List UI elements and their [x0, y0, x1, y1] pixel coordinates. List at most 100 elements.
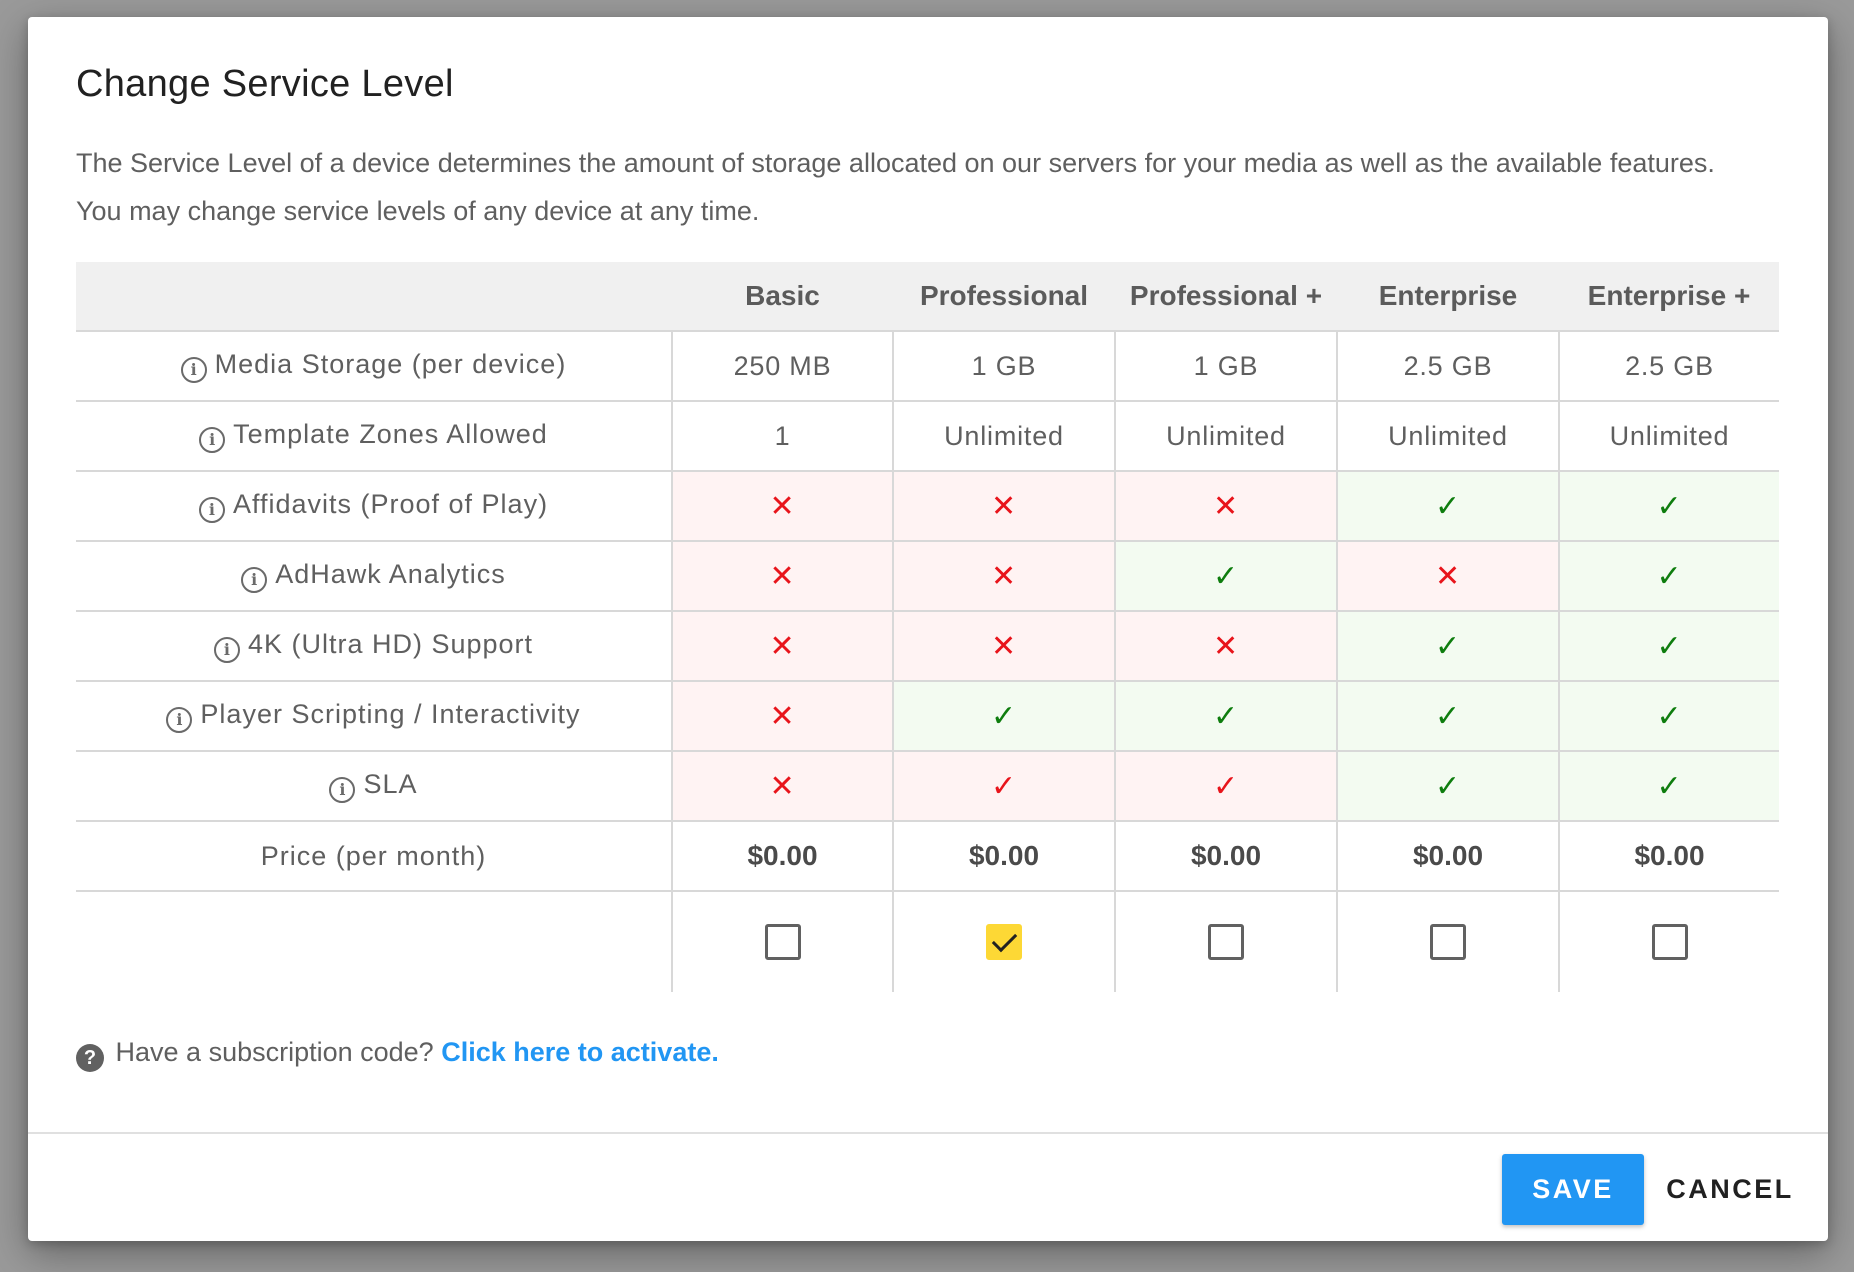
- feature-availability-cell: ✕: [1336, 541, 1559, 612]
- feature-cell: i Media Storage (per device): [76, 331, 672, 402]
- selection-cell: [1558, 891, 1779, 992]
- feature-availability-cell: ✓: [1114, 541, 1337, 612]
- feature-availability-cell: ✓: [1558, 541, 1779, 612]
- check-icon: ✓: [1656, 488, 1683, 524]
- feature-availability-cell: ✓: [1558, 681, 1779, 752]
- selection-cell: [1336, 891, 1559, 992]
- feature-label: 4K (Ultra HD) Support: [247, 629, 534, 659]
- check-icon: ✓: [1656, 628, 1683, 664]
- selection-cell: [892, 891, 1115, 992]
- feature-label: Player Scripting / Interactivity: [200, 699, 581, 729]
- actions-divider: [28, 1132, 1828, 1134]
- cross-icon: ✕: [991, 628, 1017, 664]
- feature-availability-cell: ✓: [1336, 681, 1559, 752]
- table-body: i Media Storage (per device) 250 MB 1 GB 1 G…: [76, 331, 1779, 992]
- feature-availability-cell: ✓: [1114, 751, 1337, 822]
- cross-icon: ✕: [769, 558, 796, 594]
- feature-availability-cell: ✕: [892, 471, 1115, 542]
- info-icon[interactable]: i: [199, 427, 226, 453]
- header-column-professional-plus: Professional +: [1115, 262, 1337, 332]
- feature-availability-cell: ✕: [671, 681, 893, 752]
- cross-icon: ✕: [1213, 488, 1239, 524]
- service-level-table: Basic Professional Professional + Enterpris…: [76, 262, 1779, 992]
- price-cell: $0.00: [1558, 821, 1779, 892]
- cancel-button[interactable]: CANCEL: [1660, 1154, 1800, 1225]
- feature-cell: Price (per month): [76, 821, 672, 892]
- table-header-row: Basic Professional Professional + Enterpris…: [76, 262, 1779, 332]
- select-level-checkbox[interactable]: [1430, 924, 1466, 960]
- check-icon: ✓: [1656, 768, 1683, 804]
- feature-cell: i SLA: [76, 751, 672, 822]
- selection-row-label-cell: [76, 891, 672, 992]
- feature-availability-cell: ✓: [892, 681, 1115, 752]
- header-feature-column: [76, 262, 672, 332]
- feature-label: Template Zones Allowed: [233, 419, 548, 449]
- save-button[interactable]: SAVE: [1502, 1154, 1644, 1225]
- check-icon: ✓: [1213, 558, 1239, 594]
- dialog-title: Change Service Level: [76, 63, 454, 105]
- header-column-basic: Basic: [672, 262, 893, 332]
- value-cell: 2.5 GB: [1336, 331, 1559, 402]
- feature-availability-cell: ✓: [1336, 751, 1559, 822]
- partial-check-icon: ✓: [1213, 768, 1239, 804]
- feature-label: Affidavits (Proof of Play): [232, 489, 549, 519]
- value-cell: Unlimited: [1336, 401, 1559, 472]
- value-cell: 1 GB: [892, 331, 1115, 402]
- price-cell: $0.00: [1336, 821, 1559, 892]
- value-cell: Unlimited: [1558, 401, 1779, 472]
- info-icon[interactable]: i: [213, 637, 240, 663]
- price-cell: $0.00: [1114, 821, 1337, 892]
- check-icon: ✓: [1435, 628, 1461, 664]
- table-row: i Affidavits (Proof of Play) ✕ ✕ ✕ ✓ ✓: [76, 471, 1779, 542]
- feature-cell: i Player Scripting / Interactivity: [76, 681, 672, 752]
- value-cell: 1: [671, 401, 893, 472]
- select-level-checkbox[interactable]: [986, 924, 1022, 960]
- change-service-level-dialog: Change Service Level The Service Level o…: [28, 17, 1828, 1241]
- activate-subscription-link[interactable]: Click here to activate.: [441, 1037, 719, 1067]
- feature-cell: i 4K (Ultra HD) Support: [76, 611, 672, 682]
- table-row: i Media Storage (per device) 250 MB 1 GB 1 G…: [76, 331, 1779, 402]
- select-level-checkbox[interactable]: [1208, 924, 1244, 960]
- feature-availability-cell: ✓: [1558, 751, 1779, 822]
- select-level-checkbox[interactable]: [1651, 924, 1688, 960]
- subscription-code-prompt: ? Have a subscription code? Click here t…: [76, 1037, 719, 1072]
- check-icon: ✓: [1435, 768, 1461, 804]
- value-cell: 1 GB: [1114, 331, 1337, 402]
- header-column-professional: Professional: [893, 262, 1115, 332]
- cross-icon: ✕: [991, 558, 1017, 594]
- cross-icon: ✕: [1435, 558, 1461, 594]
- feature-availability-cell: ✕: [671, 471, 893, 542]
- description-line-1: The Service Level of a device determines…: [76, 148, 1715, 178]
- table-row: i Template Zones Allowed 1 Unlimited Unlimit…: [76, 401, 1779, 472]
- select-level-checkbox[interactable]: [764, 924, 801, 960]
- feature-availability-cell: ✕: [892, 541, 1115, 612]
- cross-icon: ✕: [769, 768, 796, 804]
- info-icon[interactable]: i: [329, 777, 356, 803]
- feature-label: AdHawk Analytics: [275, 559, 506, 589]
- feature-label: Media Storage (per device): [214, 349, 567, 379]
- table-row: i 4K (Ultra HD) Support ✕ ✕ ✕ ✓ ✓: [76, 611, 1779, 682]
- feature-label: SLA: [363, 769, 418, 799]
- price-cell: $0.00: [671, 821, 893, 892]
- feature-cell: i AdHawk Analytics: [76, 541, 672, 612]
- cross-icon: ✕: [769, 698, 796, 734]
- feature-availability-cell: ✕: [892, 611, 1115, 682]
- table-row: i Player Scripting / Interactivity ✕ ✓ ✓ ✓ ✓: [76, 681, 1779, 752]
- description-line-2: You may change service levels of any dev…: [76, 196, 760, 226]
- info-icon[interactable]: i: [180, 357, 207, 383]
- check-icon: ✓: [1435, 488, 1461, 524]
- info-icon[interactable]: i: [166, 707, 193, 733]
- feature-availability-cell: ✕: [1114, 471, 1337, 542]
- cross-icon: ✕: [769, 628, 796, 664]
- cross-icon: ✕: [769, 488, 796, 524]
- feature-cell: i Template Zones Allowed: [76, 401, 672, 472]
- feature-label: Price (per month): [260, 840, 487, 871]
- feature-availability-cell: ✕: [671, 611, 893, 682]
- info-icon[interactable]: i: [241, 567, 268, 593]
- check-icon: ✓: [1656, 698, 1683, 734]
- feature-availability-cell: ✓: [1558, 471, 1779, 542]
- check-icon: ✓: [1435, 698, 1461, 734]
- feature-availability-cell: ✓: [1114, 681, 1337, 752]
- info-icon[interactable]: i: [198, 497, 225, 523]
- check-icon: ✓: [1656, 558, 1683, 594]
